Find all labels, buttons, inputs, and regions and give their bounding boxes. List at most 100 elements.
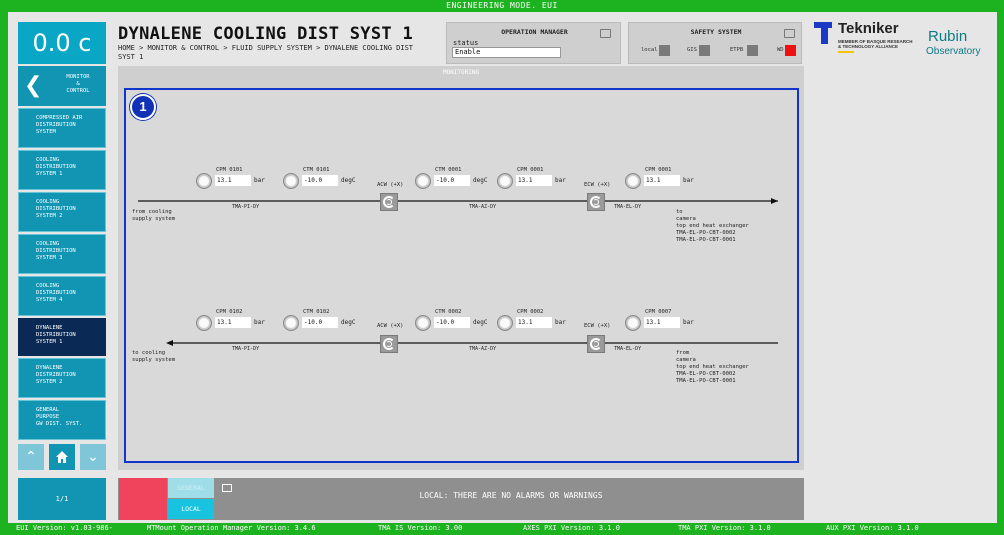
gauge-value: 13.1 (516, 317, 552, 328)
gauge-unit: bar (683, 319, 694, 326)
operation-manager-panel: OPERATION MANAGER status Enable (446, 22, 621, 64)
sidebar-item-label: COMPRESSED AIR DISTRIBUTION SYSTEM (36, 115, 83, 135)
sidebar-item-label: COOLING DISTRIBUTION SYSTEM 3 (36, 241, 76, 261)
mtmount-version: MTMount Operation Manager Version: 3.4.6 (147, 524, 316, 532)
gauge-label: CPM 0001 (517, 167, 544, 173)
sidebar-item-label: COOLING DISTRIBUTION SYSTEM 2 (36, 199, 76, 219)
back-button[interactable]: ❮ MONITOR & CONTROL (18, 66, 106, 106)
safety-system-panel: SAFETY SYSTEM local GIS ETPB WD (628, 22, 802, 64)
temperature-display: 0.0 c (18, 22, 106, 64)
sidebar-item-cooling-4[interactable]: COOLING DISTRIBUTION SYSTEM 4 (18, 276, 106, 316)
alarm-message: LOCAL: THERE ARE NO ALARMS OR WARNINGS (419, 491, 603, 500)
operation-manager-title: OPERATION MANAGER (501, 28, 568, 36)
destination-note: to cooling supply system (132, 350, 176, 363)
pressure-gauge-icon (497, 173, 513, 189)
gauge-label: CPM 0101 (216, 167, 243, 173)
tma-pxi-version: TMA PXI Version: 3.1.0 (678, 524, 771, 532)
gauge-value: -10.0 (302, 317, 338, 328)
gauge-unit: degC (341, 319, 356, 326)
axes-pxi-version: AXES PXI Version: 3.1.0 (523, 524, 620, 532)
temperature-gauge-icon (283, 315, 299, 331)
gauge-unit: bar (254, 177, 265, 184)
sidebar-item-dynalene-1[interactable]: DYNALENE DISTRIBUTION SYSTEM 1 (18, 318, 106, 356)
fan-label: ACW (+X) (377, 182, 404, 188)
home-icon (56, 451, 68, 463)
gauge-unit: bar (555, 319, 566, 326)
scroll-down-button[interactable]: ⌄ (80, 444, 106, 470)
page-title: DYNALENE COOLING DIST SYST 1 (118, 24, 413, 44)
fan-label: ECW (+X) (584, 182, 611, 188)
tekniker-mark-icon (814, 22, 832, 44)
source-note: from cooling supply system (132, 209, 176, 222)
sidebar-item-cooling-1[interactable]: COOLING DISTRIBUTION SYSTEM 1 (18, 150, 106, 190)
source-note: from camera top end heat exchanger TMA-E… (676, 350, 749, 384)
fan-icon (380, 193, 398, 211)
pressure-gauge-icon (196, 173, 212, 189)
scroll-up-button[interactable]: ⌃ (18, 444, 44, 470)
tab-general[interactable]: GENERAL (168, 478, 214, 498)
section-tag: TMA-PI-DY (232, 204, 260, 210)
safety-system-title: SAFETY SYSTEM (690, 28, 742, 36)
gauge-unit: degC (473, 319, 488, 326)
sidebar-item-label: GENERAL PURPOSE GW DIST. SYST. (36, 407, 83, 427)
pointer-cursor-icon[interactable] (784, 29, 795, 38)
flow-diagram (124, 88, 799, 463)
fan-label: ACW (+X) (377, 323, 404, 329)
section-tag: TMA-AZ-DY (469, 204, 497, 210)
safety-label-wd: WD (777, 47, 784, 53)
gauge-label: CPM 0002 (517, 309, 544, 315)
gauge-unit: degC (473, 177, 488, 184)
observatory-wordmark: Observatory (926, 46, 981, 57)
pressure-gauge-icon (625, 315, 641, 331)
tekniker-logo: Tekniker MEMBER OF BASQUE RESEARCH & TEC… (812, 20, 920, 68)
sidebar-item-general-purpose[interactable]: GENERAL PURPOSE GW DIST. SYST. (18, 400, 106, 440)
fan-label: ECW (+X) (584, 323, 611, 329)
safety-indicator-etpb (747, 45, 758, 56)
gauge-label: CPM 0007 (645, 309, 672, 315)
section-tag: TMA-EL-DY (614, 346, 642, 352)
gauge-label: CTM 0101 (303, 167, 330, 173)
home-button[interactable] (49, 444, 75, 470)
gauge-value: -10.0 (302, 175, 338, 186)
status-value: Enable (452, 47, 561, 58)
safety-indicator-local (659, 45, 670, 56)
tma-is-version: TMA IS Version: 3.00 (378, 524, 463, 532)
frame-border-left (0, 12, 8, 523)
eui-window: ENGINEERING MODE. EUI 0.0 c ❮ MONITOR & … (0, 0, 1004, 535)
sidebar-item-compressed-air[interactable]: COMPRESSED AIR DISTRIBUTION SYSTEM (18, 108, 106, 148)
pressure-gauge-icon (196, 315, 212, 331)
tekniker-subtitle: MEMBER OF BASQUE RESEARCH & TECHNOLOGY A… (838, 39, 913, 49)
status-label: status (453, 39, 479, 47)
chevron-up-icon: ⌃ (25, 449, 37, 465)
sidebar-item-label: DYNALENE DISTRIBUTION SYSTEM 2 (36, 365, 76, 385)
sidebar-item-dynalene-2[interactable]: DYNALENE DISTRIBUTION SYSTEM 2 (18, 358, 106, 398)
gauge-value: 13.1 (644, 175, 680, 186)
gauge-unit: degC (341, 177, 356, 184)
monitoring-title: MONITORING (442, 69, 480, 76)
gauge-label: CPM 0102 (216, 309, 243, 315)
tekniker-underline (838, 51, 854, 53)
mode-title-bar: ENGINEERING MODE. EUI (0, 0, 1004, 12)
chevron-left-icon: ❮ (24, 73, 43, 98)
sidebar-item-label: COOLING DISTRIBUTION SYSTEM 1 (36, 157, 76, 177)
fan-icon (587, 193, 605, 211)
rubin-observatory-logo: Rubin Observatory (924, 28, 994, 62)
gauge-value: -10.0 (434, 175, 470, 186)
pressure-gauge-icon (625, 173, 641, 189)
tab-local[interactable]: LOCAL (168, 499, 214, 519)
pressure-gauge-icon (497, 315, 513, 331)
sidebar-item-cooling-3[interactable]: COOLING DISTRIBUTION SYSTEM 3 (18, 234, 106, 274)
alarm-status-indicator (119, 478, 167, 520)
gauge-unit: bar (555, 177, 566, 184)
temperature-gauge-icon (415, 315, 431, 331)
breadcrumb: HOME > MONITOR & CONTROL > FLUID SUPPLY … (118, 44, 414, 61)
gauge-unit: bar (254, 319, 265, 326)
gauge-value: 13.1 (215, 175, 251, 186)
tekniker-wordmark: Tekniker (838, 20, 899, 37)
pointer-cursor-icon[interactable] (600, 29, 611, 38)
section-tag: TMA-PI-DY (232, 346, 260, 352)
gauge-value: 13.1 (516, 175, 552, 186)
safety-indicator-gis (699, 45, 710, 56)
frame-border-right (997, 12, 1004, 523)
sidebar-item-cooling-2[interactable]: COOLING DISTRIBUTION SYSTEM 2 (18, 192, 106, 232)
